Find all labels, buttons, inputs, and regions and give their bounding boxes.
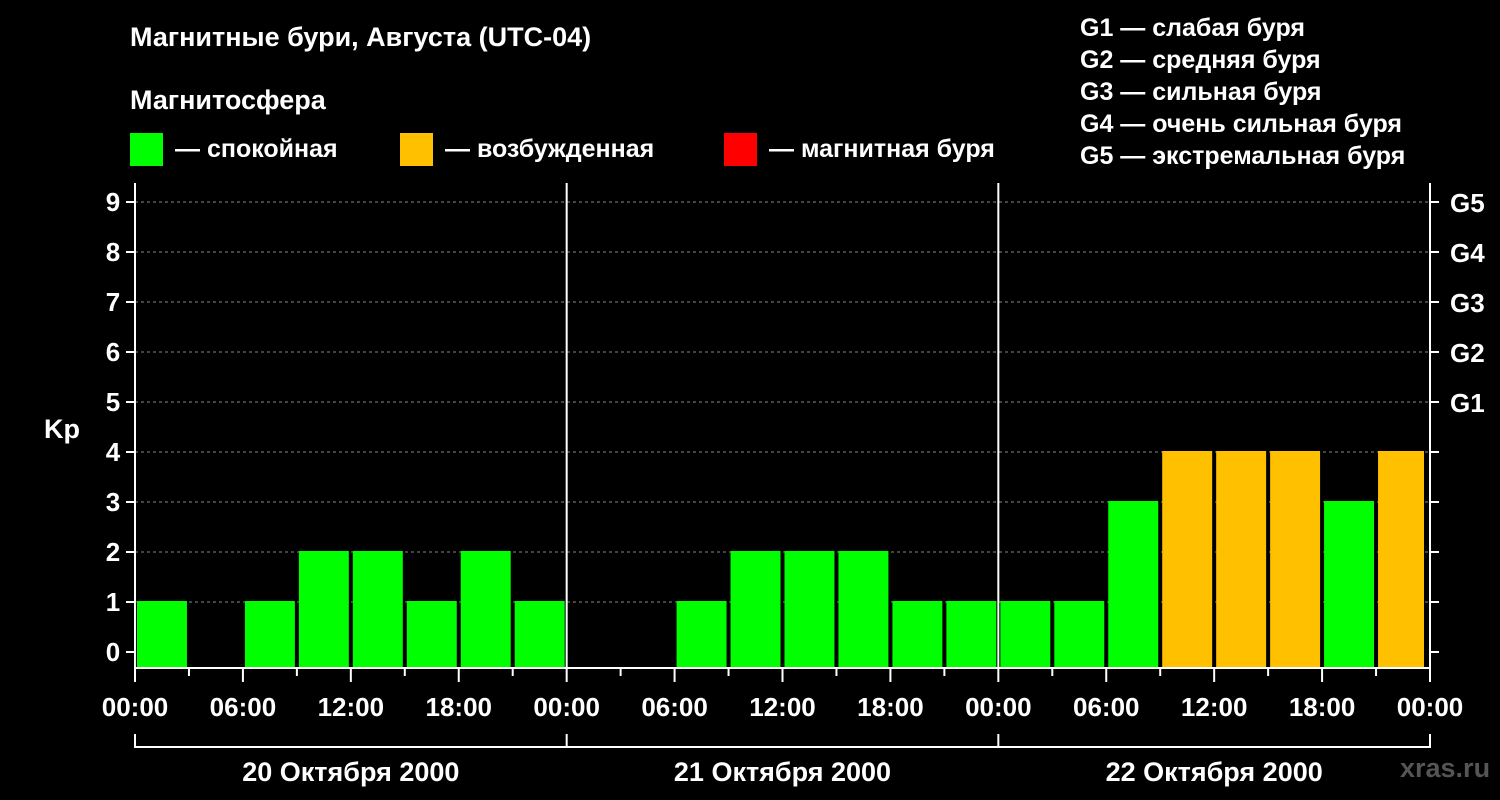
y-axis-title: Kp [44,414,80,444]
kp-bar [406,601,457,668]
kp-bar [352,551,403,668]
x-tick-label: 00:00 [102,692,169,722]
x-tick-label: 00:00 [965,692,1032,722]
g-axis-label: G1 [1450,388,1485,418]
day-label: 22 Октября 2000 [1106,757,1323,787]
x-tick-label: 06:00 [1073,692,1140,722]
y-tick-label: 9 [106,187,120,217]
x-tick-label: 06:00 [210,692,277,722]
g-axis-label: G2 [1450,338,1485,368]
y-tick-label: 6 [106,337,120,367]
x-tick-label: 12:00 [1181,692,1248,722]
y-tick-label: 1 [106,587,120,617]
kp-bar [730,551,781,668]
kp-bar [1054,601,1105,668]
kp-bar [1000,601,1051,668]
kp-bar [137,601,187,668]
y-tick-label: 5 [106,387,120,417]
kp-bar [1108,501,1159,668]
kp-bar [676,601,727,668]
day-label: 20 Октября 2000 [242,757,459,787]
kp-bar [784,551,835,668]
kp-bar [1324,501,1375,668]
g-axis-label: G3 [1450,288,1485,318]
g-axis-label: G5 [1450,188,1485,218]
kp-bar [244,601,295,668]
kp-bar [1270,451,1321,668]
kp-bar [1216,451,1267,668]
y-tick-label: 7 [106,287,120,317]
y-tick-label: 8 [106,237,120,267]
kp-bar [460,551,511,668]
watermark: xras.ru [1400,753,1491,783]
y-tick-label: 2 [106,537,120,567]
day-label: 21 Октября 2000 [674,757,891,787]
kp-bar [892,601,943,668]
x-tick-label: 00:00 [533,692,600,722]
x-tick-label: 00:00 [1397,692,1464,722]
x-tick-label: 12:00 [318,692,385,722]
x-tick-label: 18:00 [857,692,924,722]
x-tick-label: 12:00 [749,692,816,722]
x-tick-label: 18:00 [1289,692,1356,722]
y-tick-label: 0 [106,637,120,667]
y-tick-label: 4 [106,437,121,467]
kp-bar [514,601,565,668]
kp-bar-chart: 0 1 2 3 4 5 6 7 8 9 G1 G2 G3 G4 G5 Kp 00:00 06:00 12:00 18:… [44,183,1485,787]
kp-bar [946,601,997,668]
kp-bar [298,551,349,668]
y-tick-label: 3 [106,487,120,517]
kp-bar [838,551,889,668]
kp-bar [1378,451,1424,668]
x-tick-label: 06:00 [641,692,708,722]
g-axis-label: G4 [1450,238,1485,268]
kp-bar [1162,451,1213,668]
x-tick-label: 18:00 [426,692,493,722]
